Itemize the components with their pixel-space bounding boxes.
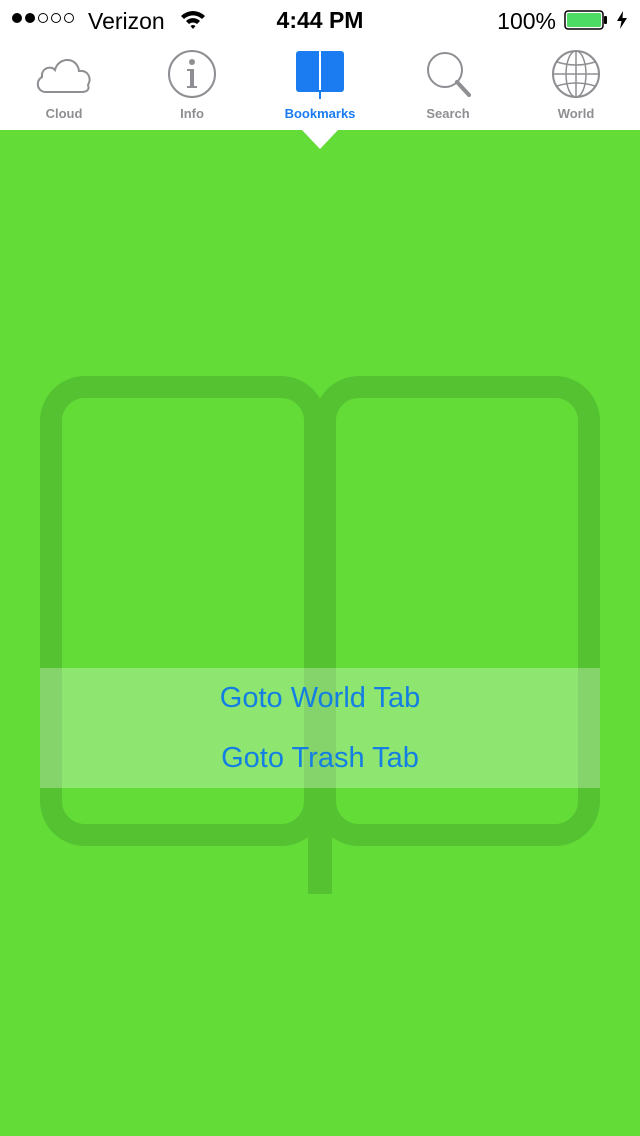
bookmarks-icon bbox=[296, 51, 344, 99]
globe-icon bbox=[552, 50, 600, 98]
tab-label: Bookmarks bbox=[284, 106, 356, 121]
cloud-icon bbox=[36, 59, 91, 93]
battery-percent: 100% bbox=[497, 8, 556, 34]
goto-trash-tab-button[interactable]: Goto Trash Tab bbox=[40, 728, 600, 788]
tab-label: World bbox=[557, 106, 595, 121]
tab-label: Search bbox=[426, 106, 470, 121]
battery-icon bbox=[564, 10, 607, 30]
status-bar: Verizon 4:44 PM 100% bbox=[0, 0, 640, 40]
info-icon bbox=[168, 50, 216, 98]
tab-label: Info bbox=[180, 106, 204, 121]
goto-world-tab-button[interactable]: Goto World Tab bbox=[40, 668, 600, 728]
tab-search[interactable]: Search bbox=[384, 40, 512, 130]
search-icon bbox=[427, 52, 471, 97]
active-tab-pointer bbox=[302, 130, 338, 149]
tab-cloud[interactable]: Cloud bbox=[0, 40, 128, 130]
tab-label: Cloud bbox=[45, 106, 83, 121]
book-illustration-icon bbox=[40, 376, 600, 894]
tab-world[interactable]: World bbox=[512, 40, 640, 130]
action-panel: Goto World Tab Goto Trash Tab bbox=[40, 668, 600, 788]
tab-bar: Cloud Info Bookmarks Search World bbox=[0, 40, 640, 130]
charging-icon bbox=[617, 11, 627, 29]
tab-bookmarks[interactable]: Bookmarks bbox=[256, 40, 384, 130]
tab-info[interactable]: Info bbox=[128, 40, 256, 130]
screen: Verizon 4:44 PM 100% Cloud Info Bookmark… bbox=[0, 0, 640, 1136]
